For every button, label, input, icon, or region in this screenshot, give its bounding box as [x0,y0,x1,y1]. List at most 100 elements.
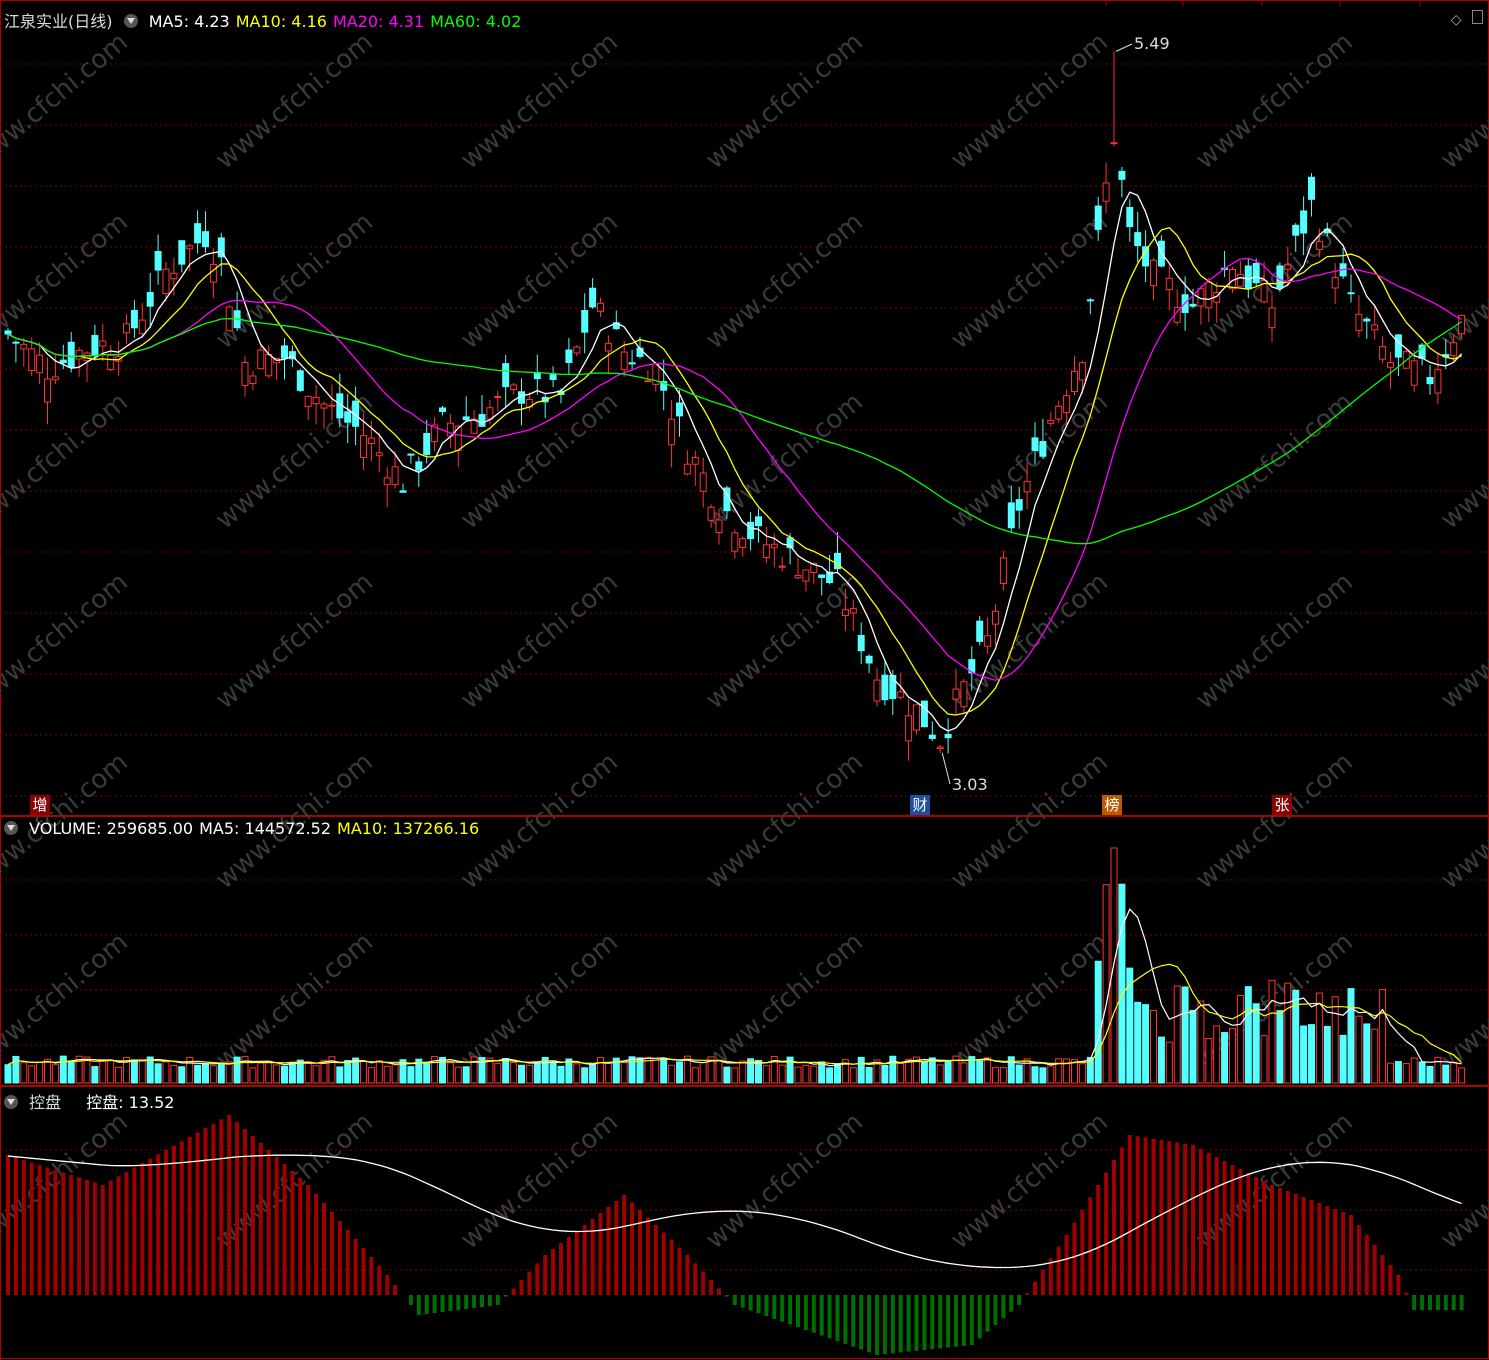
volume-bar [51,1064,59,1084]
candle-body [28,348,36,372]
candle-body [762,544,770,559]
watermark-text: www.cfchi.com [1190,27,1359,175]
watermark-text: www.cfchi.com [945,567,1114,715]
volume-bar [557,1065,565,1084]
indicator-name[interactable]: 控盘 [29,1093,61,1112]
volume-bar [446,1062,454,1084]
volume-bar [1371,1028,1379,1084]
watermark-text: www.cfchi.com [945,747,1114,895]
volume-bar [399,1059,407,1084]
candle-body [881,674,889,701]
candle-body [296,370,304,391]
candle-body [36,354,44,374]
volume-bar [794,1066,802,1084]
candle-body [1244,265,1252,290]
candle-body [328,404,336,407]
candle-body [344,411,352,423]
event-marker-bang[interactable]: 榜 [1102,795,1122,815]
volume-bar [1236,994,1244,1084]
event-marker-zeng[interactable]: 增 [30,795,50,815]
candle-body [1118,170,1126,180]
candle-body [1126,206,1134,228]
volume-bar [1094,960,1102,1084]
volume-bar [154,1063,162,1084]
candle-body [533,372,541,380]
volume-bar [1418,1061,1426,1084]
diamond-icon[interactable]: ◇ [1451,12,1462,28]
candle-body [857,635,865,652]
candle-body [589,287,597,308]
candle-body [1379,346,1387,360]
volume-bar [130,1059,138,1084]
volume-bar [597,1057,604,1084]
candle-body [849,608,857,614]
candle-body [999,557,1007,584]
volume-bar [1252,1003,1260,1084]
volume-bar [525,1064,533,1084]
watermark-text: www.cfchi.com [0,387,134,535]
candle-body [209,263,217,283]
volume-bar [99,1058,107,1084]
candle-body [1039,441,1047,457]
candle-body [984,635,992,647]
watermark-text: www.cfchi.com [945,387,1114,535]
volume-bar [510,1061,518,1084]
volume-bar [1205,1038,1213,1084]
volume-bar [1308,1024,1315,1084]
indicator-panel-dropdown-icon[interactable] [4,1095,18,1109]
stock-title[interactable]: 江泉实业(日线) [4,12,113,31]
volume-bar [360,1060,367,1084]
volume-bar [1031,1066,1039,1084]
volume-bar [849,1067,857,1084]
volume-bar [407,1066,415,1084]
candle-body [423,433,431,455]
candle-body [257,349,265,370]
volume-bar [762,1065,770,1084]
event-marker-cai[interactable]: 财 [910,795,930,815]
volume-bar [676,1061,683,1084]
main-panel-dropdown-icon[interactable] [123,14,138,28]
volume-bar [755,1059,762,1084]
volume-bar [1458,1067,1466,1084]
volume-bar [573,1063,581,1084]
expand-icon[interactable] [1472,10,1483,24]
volume-bar [731,1067,739,1084]
candle-body [944,733,952,739]
volume-bar [984,1057,992,1084]
volume-bar [549,1060,557,1084]
watermark-text: www.cfchi.com [210,207,379,355]
candle-body [1426,377,1434,385]
volume-bar [1410,1057,1418,1084]
volume-bar [367,1067,375,1084]
candle-body [407,453,415,456]
candle-body [202,231,209,248]
candle-body [123,323,130,334]
volume-bar [383,1065,391,1084]
candle-body [549,373,557,381]
volume-bar [454,1066,462,1084]
candle-body [478,414,486,427]
candle-body [186,245,194,250]
candle-body [920,700,928,728]
candle-body [281,345,288,359]
stock-chart-window[interactable]: www.cfchi.com www.cfchi.com www.cfchi.com w… [0,0,1489,1360]
chart-canvas[interactable]: www.cfchi.com www.cfchi.com www.cfchi.com w… [0,0,1489,1360]
main-panel-header: 江泉实业(日线) MA5: 4.23 MA10: 4.16 MA20: 4.31 MA… [4,8,533,32]
volume-panel-dropdown-icon[interactable] [4,821,18,835]
volume-bar [668,1064,676,1084]
watermark-text: www.cfchi.com [210,927,379,1075]
candle-body [494,395,502,398]
candle-body [1387,362,1394,368]
event-marker-zhang[interactable]: 张 [1272,795,1292,815]
volume-bar [739,1060,747,1084]
candle-body [75,349,83,360]
volume-bar [423,1061,431,1084]
volume-bar [1363,1023,1371,1084]
volume-bar [178,1066,186,1084]
volume-bar [826,1067,834,1084]
candle-body [1031,437,1039,452]
volume-bar [1355,1015,1363,1084]
volume-bar [652,1057,660,1084]
volume-bar [1213,1025,1221,1084]
candle-body [620,351,628,371]
